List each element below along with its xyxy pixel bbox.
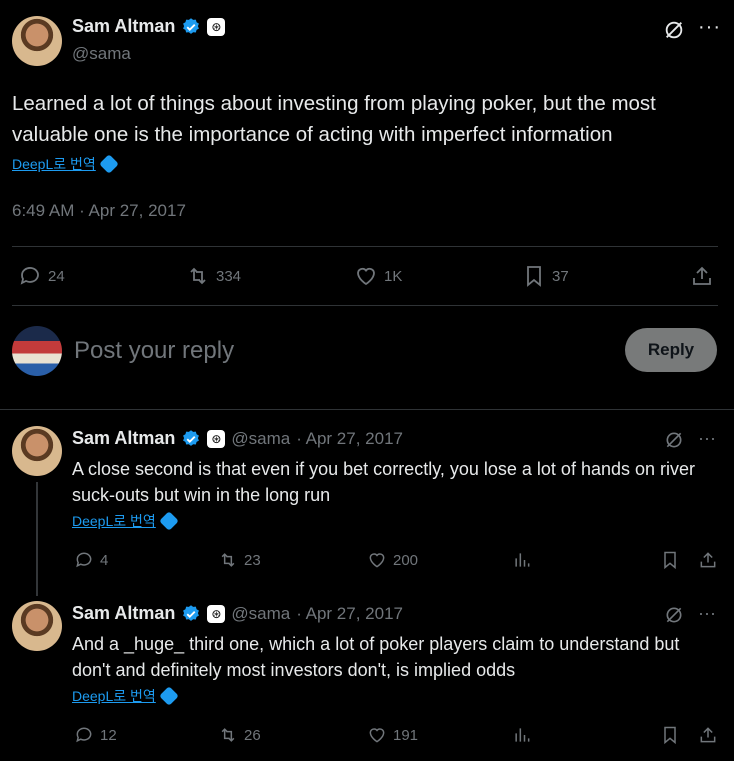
translate-link[interactable]: DeepL로 번역 [72, 511, 156, 531]
reply-action[interactable]: 24 [18, 264, 65, 288]
reply-date[interactable]: · Apr 27, 2017 [296, 604, 403, 624]
reply-author-avatar[interactable] [12, 601, 62, 651]
views-action[interactable] [512, 550, 532, 570]
more-options-icon[interactable]: ··· [698, 16, 721, 39]
reply-text: And a _huge_ third one, which a lot of p… [72, 634, 680, 680]
more-options-icon[interactable]: ··· [698, 428, 716, 449]
reply-count: 4 [100, 551, 109, 569]
grok-icon[interactable] [664, 605, 684, 625]
reply-action[interactable]: 12 [74, 725, 117, 745]
reply-author-handle[interactable]: @sama [231, 604, 290, 624]
reply-icon [76, 552, 92, 568]
like-count: 200 [393, 551, 419, 569]
reply-input[interactable]: Post your reply [74, 337, 234, 365]
more-options-icon[interactable]: ··· [698, 603, 716, 624]
views-action[interactable] [512, 725, 532, 745]
like-action[interactable]: 200 [367, 550, 418, 570]
bookmark-icon [527, 266, 541, 287]
deepl-icon [158, 511, 179, 531]
bookmark-icon [664, 726, 676, 745]
reply-icon [20, 267, 39, 285]
repost-icon [221, 553, 235, 567]
repost-count: 26 [244, 726, 261, 744]
repost-count: 23 [244, 551, 261, 569]
heart-icon [369, 553, 385, 568]
reply-author-avatar[interactable] [12, 426, 62, 476]
reply-author-name[interactable]: Sam Altman [72, 428, 175, 449]
author-handle[interactable]: @sama [72, 44, 131, 64]
reply-date[interactable]: · Apr 27, 2017 [296, 429, 403, 449]
grok-icon[interactable] [664, 430, 684, 450]
heart-icon [357, 267, 375, 286]
translate-link[interactable]: DeepL로 번역 [72, 686, 156, 706]
share-action[interactable] [690, 264, 714, 288]
post-timestamp[interactable]: 6:49 AM · Apr 27, 2017 [12, 201, 186, 221]
reply-count: 12 [100, 726, 117, 744]
verified-badge-icon [183, 17, 200, 34]
author-name[interactable]: Sam Altman [72, 16, 175, 37]
openai-affiliation-icon[interactable]: ⊛ [207, 17, 226, 36]
thread-line [36, 482, 38, 596]
deepl-icon [158, 686, 179, 706]
repost-icon [190, 267, 206, 285]
current-user-avatar[interactable] [12, 326, 62, 376]
deepl-icon [98, 154, 119, 174]
openai-affiliation-icon[interactable]: ⊛ [207, 604, 226, 623]
bookmark-icon [664, 551, 676, 570]
verified-badge-icon [183, 429, 200, 446]
share-icon [693, 266, 711, 285]
analytics-icon [515, 728, 530, 742]
like-count: 1K [384, 267, 403, 285]
repost-action[interactable]: 334 [186, 264, 241, 288]
openai-affiliation-icon[interactable]: ⊛ [207, 429, 226, 448]
reply-author-handle[interactable]: @sama [231, 429, 290, 449]
reply-action[interactable]: 4 [74, 550, 108, 570]
bookmark-action[interactable] [660, 550, 680, 570]
like-action[interactable]: 191 [367, 725, 418, 745]
bookmark-action[interactable]: 37 [522, 264, 569, 288]
grok-icon[interactable] [663, 19, 685, 41]
author-avatar[interactable] [12, 16, 62, 66]
share-icon [700, 727, 716, 743]
reply-count: 24 [48, 267, 65, 285]
like-count: 191 [393, 726, 419, 744]
translate-link[interactable]: DeepL로 번역 [12, 154, 96, 174]
repost-icon [221, 728, 235, 742]
verified-badge-icon [183, 604, 200, 621]
repost-count: 334 [216, 267, 242, 285]
repost-action[interactable]: 23 [218, 550, 261, 570]
post-text: Learned a lot of things about investing … [12, 92, 656, 146]
share-icon [700, 552, 716, 568]
share-action[interactable] [698, 725, 718, 745]
reply-author-name[interactable]: Sam Altman [72, 603, 175, 624]
reply-text: A close second is that even if you bet c… [72, 459, 696, 505]
bookmark-action[interactable] [660, 725, 680, 745]
reply-icon [76, 727, 92, 743]
repost-action[interactable]: 26 [218, 725, 261, 745]
heart-icon [369, 728, 385, 743]
share-action[interactable] [698, 550, 718, 570]
like-action[interactable]: 1K [354, 264, 402, 288]
bookmark-count: 37 [552, 267, 569, 285]
reply-button[interactable]: Reply [625, 328, 717, 372]
analytics-icon [515, 553, 530, 567]
